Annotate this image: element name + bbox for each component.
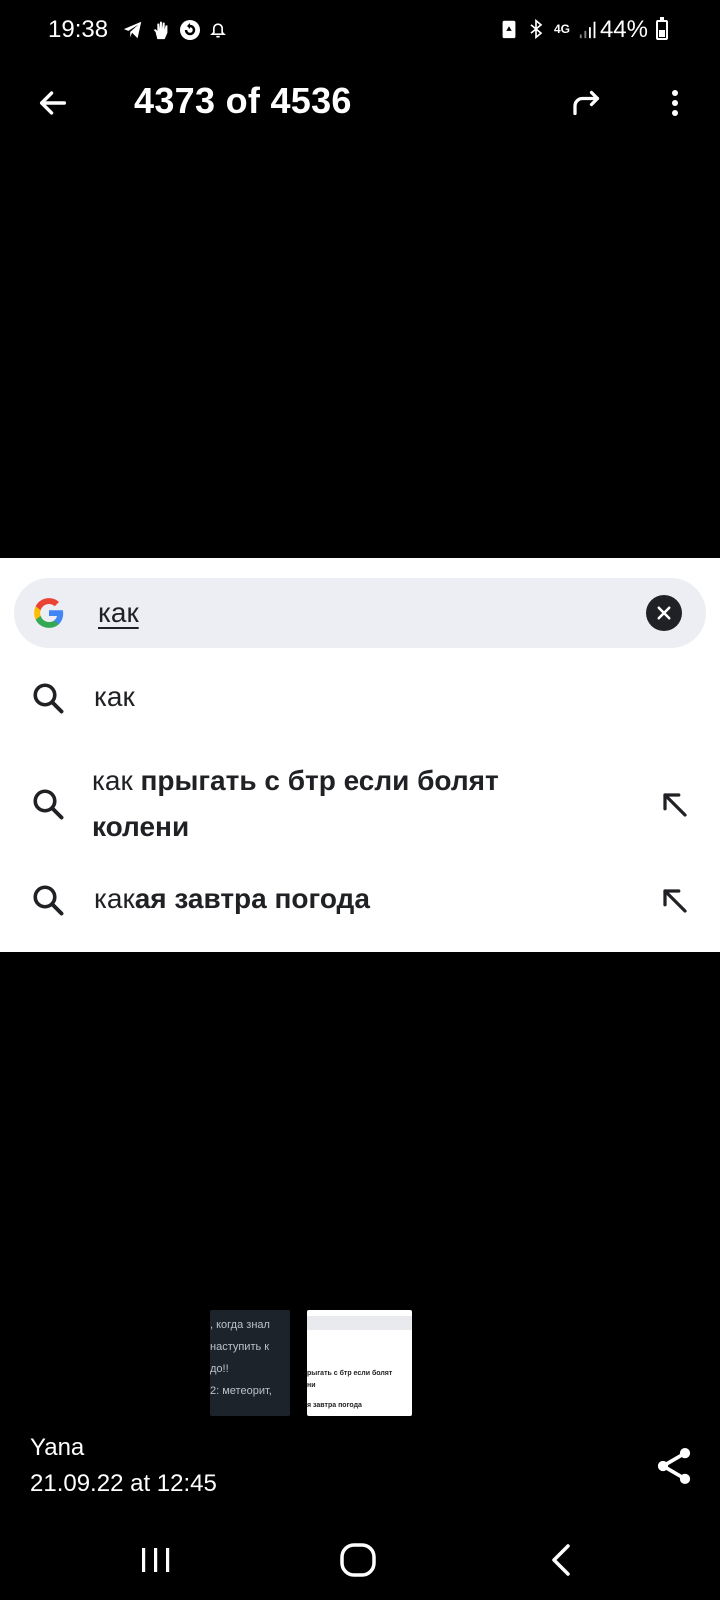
viewer-top-bar: 4373 of 4536 <box>0 60 720 150</box>
status-right-icons: 4G <box>500 18 600 40</box>
suggestion-text: какая завтра погода <box>94 883 370 914</box>
fill-query-arrow-icon <box>663 889 687 913</box>
share-button[interactable] <box>652 1444 696 1488</box>
status-left-icons <box>122 18 228 42</box>
signal-icon <box>579 21 596 39</box>
more-vertical-icon <box>672 90 678 116</box>
telegram-icon <box>123 21 142 39</box>
photo-content[interactable]: как как как прыгать с бтр если болят коле… <box>0 558 720 952</box>
sender-name: Yana <box>30 1434 85 1461</box>
thumbnail-search-bar <box>307 1316 412 1330</box>
network-4g-icon: 4G <box>553 22 570 36</box>
thumbnail-2-selected[interactable]: рыгать с бтр если болят ни я завтра пого… <box>307 1310 412 1416</box>
nav-back-icon[interactable] <box>546 1540 576 1580</box>
fill-query-arrow-icon <box>663 793 687 817</box>
message-date: 21.09.22 at 12:45 <box>30 1470 217 1497</box>
suggestion-item: как <box>0 674 720 744</box>
google-logo-icon <box>34 598 64 628</box>
suggestion-text: как прыгать с бтр если болят колени <box>92 765 499 842</box>
thumbnail-text: я завтра погода <box>307 1402 362 1409</box>
media-counter: 4373 of 4536 <box>134 80 352 121</box>
forward-button[interactable] <box>562 78 612 128</box>
thumbnail-text: , когда знал <box>210 1319 270 1331</box>
home-icon[interactable] <box>338 1540 378 1580</box>
back-button[interactable] <box>28 78 78 128</box>
share-icon <box>657 1448 691 1484</box>
notification-bell-icon <box>210 23 226 38</box>
suggestion-item: какая завтра погода <box>0 874 720 934</box>
forward-arrow-icon <box>573 90 600 116</box>
thumbnail-1[interactable]: , когда знал наступить к до!! 2: метеори… <box>210 1310 290 1416</box>
more-options-button[interactable] <box>650 78 700 128</box>
battery-icon <box>656 17 668 40</box>
arrow-left-icon <box>39 91 67 115</box>
search-icon <box>33 789 64 820</box>
hand-icon <box>153 21 168 40</box>
clear-search-button <box>646 595 682 631</box>
suggestion-text: как <box>94 681 135 712</box>
thumbnail-text: 2: метеорит, <box>210 1385 272 1397</box>
recent-apps-icon[interactable] <box>136 1540 176 1580</box>
search-icon <box>33 885 64 916</box>
bluetooth-icon <box>530 18 543 40</box>
google-search-box: как <box>14 578 706 648</box>
status-time: 19:38 <box>48 16 109 43</box>
battery-percentage: 44% <box>599 16 648 43</box>
status-bar: 19:38 4G 44% <box>0 0 720 60</box>
thumbnail-text: рыгать с бтр если болят <box>307 1370 393 1377</box>
thumbnail-text: ни <box>307 1382 316 1389</box>
sync-icon <box>180 20 200 40</box>
close-icon <box>657 606 671 620</box>
search-query-text: как <box>98 597 139 628</box>
search-icon <box>33 683 64 714</box>
thumbnail-text: наступить к <box>210 1341 270 1353</box>
battery-saver-icon <box>502 20 516 39</box>
thumbnail-text: до!! <box>210 1363 229 1375</box>
suggestion-item: как прыгать с бтр если болят колени <box>0 758 720 858</box>
system-navigation-bar <box>0 1520 720 1600</box>
